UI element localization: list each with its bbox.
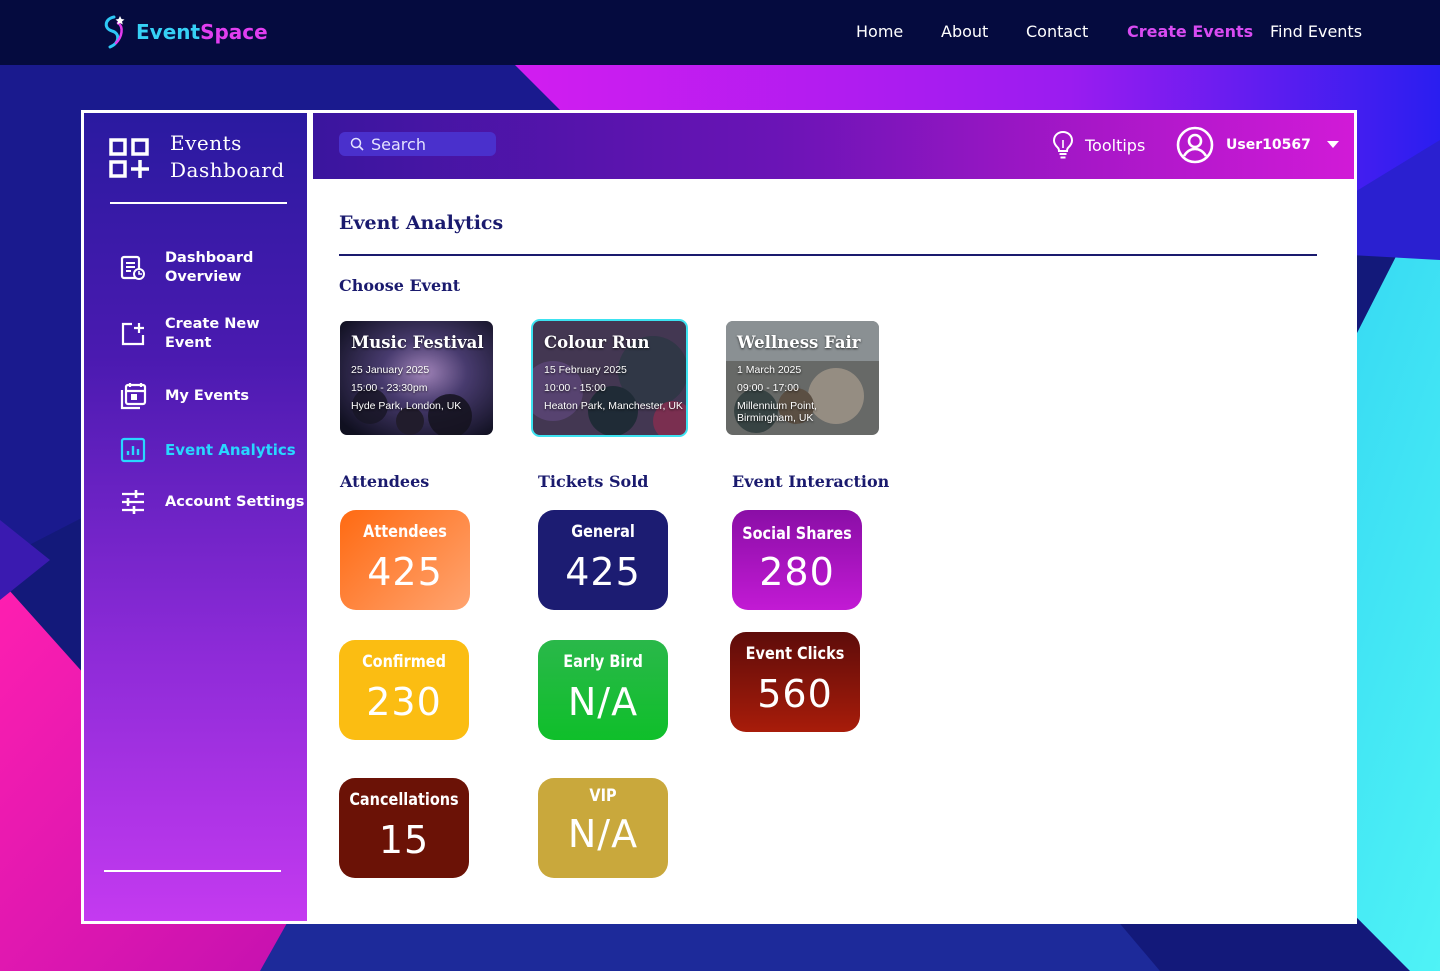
- stat-vip: VIP N/A: [538, 778, 668, 878]
- sidebar-item-create-new-event[interactable]: Create New Event: [118, 315, 260, 353]
- stat-general: General 425: [538, 510, 668, 610]
- brand-logo[interactable]: EventSpace: [100, 13, 268, 51]
- nav-contact[interactable]: Contact: [1026, 22, 1088, 41]
- event-name: Music Festival: [351, 333, 484, 352]
- search-icon: [350, 137, 364, 151]
- nav-about[interactable]: About: [941, 22, 988, 41]
- sliders-icon: [118, 487, 148, 517]
- event-time: 09:00 - 17:00: [737, 382, 799, 394]
- sidebar-item-label: Event Analytics: [165, 440, 296, 459]
- event-card-music-festival[interactable]: Music Festival 25 January 2025 15:00 - 2…: [340, 321, 493, 435]
- stat-cancellations: Cancellations 15: [339, 778, 469, 878]
- event-card-colour-run[interactable]: Colour Run 15 February 2025 10:00 - 15:0…: [531, 319, 688, 437]
- tooltips-toggle[interactable]: Tooltips: [1051, 130, 1145, 160]
- sidebar-divider: [110, 202, 287, 204]
- user-menu[interactable]: User10567: [1176, 126, 1339, 164]
- brand-name: EventSpace: [136, 20, 268, 44]
- event-name: Wellness Fair: [737, 333, 861, 352]
- top-navbar: EventSpace Home About Contact Create Eve…: [0, 0, 1440, 65]
- tickets-sold-heading: Tickets Sold: [538, 472, 649, 491]
- main-content: Event Analytics Choose Event Music Festi…: [313, 179, 1354, 921]
- sidebar-bottom-divider: [104, 870, 281, 872]
- search-placeholder: Search: [371, 134, 426, 154]
- event-time: 10:00 - 15:00: [544, 382, 606, 394]
- brand-swirl-icon: [104, 15, 125, 49]
- dashboard-header: Search Tooltips User10567: [313, 113, 1354, 179]
- sidebar-item-account-settings[interactable]: Account Settings: [118, 487, 304, 517]
- nav-home[interactable]: Home: [856, 22, 903, 41]
- choose-event-heading: Choose Event: [339, 276, 461, 295]
- lightbulb-icon: [1052, 130, 1074, 159]
- chevron-down-icon: [1326, 141, 1339, 148]
- sidebar-item-dashboard-overview[interactable]: Dashboard Overview: [118, 249, 253, 287]
- stat-event-clicks: Event Clicks 560: [730, 632, 860, 732]
- attendees-heading: Attendees: [340, 472, 430, 491]
- sidebar-item-label: Account Settings: [165, 493, 305, 510]
- event-time: 15:00 - 23:30pm: [351, 382, 428, 394]
- user-avatar-icon: [1176, 126, 1214, 164]
- event-card-wellness-fair[interactable]: Wellness Fair 1 March 2025 09:00 - 17:00…: [726, 321, 879, 435]
- nav-create-events[interactable]: Create Events: [1127, 22, 1253, 41]
- sidebar-title: Events Dashboard: [170, 131, 285, 182]
- event-location: Hyde Park, London, UK: [351, 400, 462, 412]
- event-interaction-heading: Event Interaction: [732, 472, 890, 491]
- sidebar-item-label: Dashboard Overview: [165, 250, 254, 285]
- dashboard-overview-icon: [118, 253, 148, 283]
- event-location: Heaton Park, Manchester, UK: [544, 400, 683, 412]
- sidebar-item-label: My Events: [165, 387, 250, 404]
- event-name: Colour Run: [544, 333, 650, 352]
- page-title: Event Analytics: [339, 212, 504, 234]
- event-date: 15 February 2025: [544, 364, 627, 376]
- sidebar: Events Dashboard Dashboard Overview Crea…: [84, 113, 307, 921]
- calendar-stack-icon: [118, 381, 148, 411]
- stat-social-shares: Social Shares 280: [732, 510, 862, 610]
- username-label: User10567: [1226, 137, 1311, 153]
- event-date: 25 January 2025: [351, 364, 430, 376]
- tooltips-label: Tooltips: [1085, 135, 1146, 155]
- title-divider: [339, 254, 1317, 256]
- stat-early-bird: Early Bird N/A: [538, 640, 668, 740]
- stat-attendees: Attendees 425: [340, 510, 470, 610]
- stat-confirmed: Confirmed 230: [339, 640, 469, 740]
- sidebar-item-my-events[interactable]: My Events: [118, 381, 249, 411]
- sidebar-item-event-analytics[interactable]: Event Analytics: [118, 435, 296, 465]
- search-input[interactable]: Search: [339, 132, 496, 156]
- dashboard-grid-icon: [109, 138, 149, 178]
- event-date: 1 March 2025: [737, 364, 802, 376]
- sidebar-item-label: Create New Event: [165, 316, 260, 351]
- analytics-icon: [118, 435, 148, 465]
- event-location: Millennium Point, Birmingham, UK: [737, 400, 817, 424]
- add-box-icon: [118, 319, 148, 349]
- nav-find-events[interactable]: Find Events: [1270, 22, 1362, 41]
